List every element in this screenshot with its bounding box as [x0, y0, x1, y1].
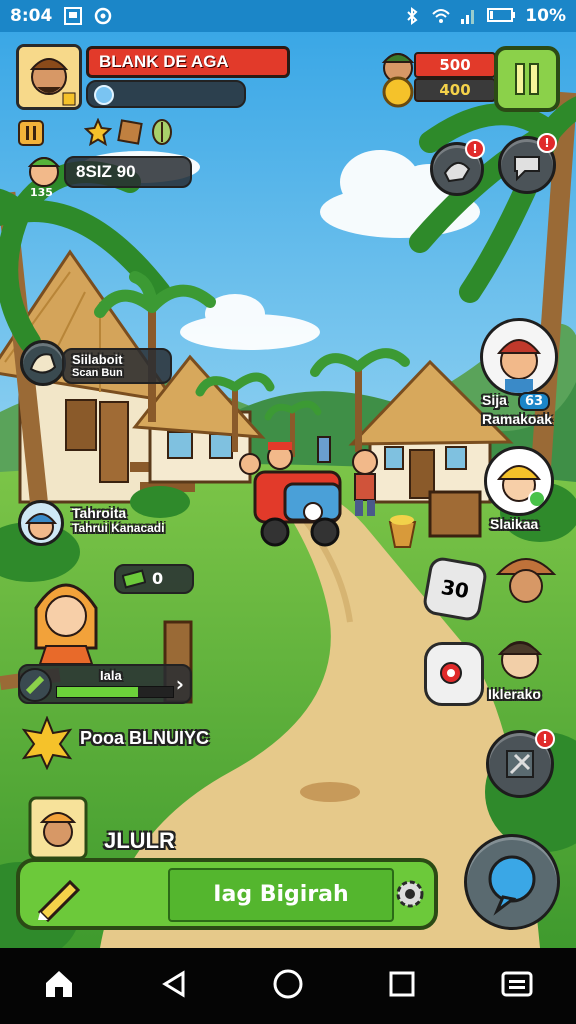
stone-badge[interactable]: 30 [421, 555, 489, 623]
xp-orb-icon [94, 85, 114, 105]
settings-gear-icon[interactable] [392, 876, 428, 916]
npc-2-subtitle: Tahrui Kanacadi [72, 521, 165, 535]
player-avatar[interactable] [16, 44, 82, 110]
npc-3-title: Sija [482, 392, 507, 408]
gems-counter: 400 [414, 78, 496, 102]
tools-button[interactable]: ! [486, 729, 555, 798]
chat-notification-dot: ! [537, 133, 557, 153]
quest-counter: 0 [114, 564, 194, 594]
map-notification-dot: ! [465, 139, 485, 159]
pause-small-icon[interactable] [18, 120, 44, 150]
npc-1-panel[interactable]: Siilaboit Scan Bun [62, 348, 172, 384]
map-button[interactable]: ! [430, 139, 485, 196]
main-action-button[interactable]: Iag Bigirah [168, 868, 394, 922]
bottom-player-tag: JLULR [104, 828, 175, 853]
xp-bar [86, 80, 246, 108]
home-icon[interactable] [42, 967, 76, 1005]
npc-2-panel[interactable]: Tahroita Tahrui Kanacadi [72, 505, 164, 535]
npc-4-title: Slaikaa [490, 516, 539, 532]
quest-leaf-icon [18, 668, 52, 702]
quest-progress-fill [57, 687, 139, 697]
currency-sub: 135 [30, 186, 53, 199]
speech-bubble-icon [488, 855, 536, 916]
player-name: BLANK DE AGA [86, 46, 290, 78]
keyboard-switch-icon[interactable] [500, 969, 534, 1003]
signal-icon [459, 7, 477, 25]
egg-item[interactable] [424, 642, 484, 706]
npc-3-panel[interactable]: Sija 63 Ramakoak [482, 390, 552, 427]
event-sun-icon[interactable] [20, 715, 74, 774]
tools-notification-dot: ! [535, 729, 555, 749]
npc-5-title: Iklerako [488, 686, 541, 702]
event-label: Pooa BLNUIYC [80, 728, 210, 748]
gallery-icon [64, 7, 83, 25]
ticket-icon [121, 569, 147, 597]
pause-icon [515, 63, 539, 95]
vpn-icon [94, 7, 112, 25]
npc-3-badge: 63 [518, 392, 551, 411]
npc-4-avatar[interactable] [484, 446, 554, 516]
npc-2-title: Tahroita [72, 505, 127, 521]
npc-6-character[interactable] [488, 626, 552, 694]
battery-icon [487, 7, 516, 25]
npc-3-avatar[interactable] [480, 318, 558, 396]
quest-counter-value: 0 [152, 569, 164, 588]
npc-1-title: Siilaboit [72, 352, 123, 367]
quest-progress-panel[interactable]: Iala › [18, 664, 192, 704]
android-nav-bar [0, 948, 576, 1024]
back-icon[interactable] [159, 969, 189, 1003]
main-action-label: Iag Bigirah [213, 882, 349, 907]
recents-icon[interactable] [387, 969, 417, 1003]
stone-badge-value: 30 [439, 574, 471, 604]
quest-progress-label: Iala [100, 668, 122, 683]
status-bar: 8:04 10% [0, 0, 576, 32]
pencil-icon[interactable] [30, 866, 90, 926]
npc-2-avatar[interactable] [18, 500, 64, 546]
clock: 8:04 [10, 6, 53, 26]
bottom-action-bar: Iag Bigirah [16, 858, 438, 930]
currency-label: 8SIZ 90 [64, 156, 192, 188]
npc-1-subtitle: Scan Bun [72, 367, 123, 379]
chevron-right-icon[interactable]: › [176, 672, 184, 696]
npc-3-subtitle: Ramakoak [482, 411, 553, 427]
quest-progress-track [56, 686, 174, 698]
wood-icon [116, 118, 144, 150]
quest-girl-character[interactable] [26, 568, 106, 668]
npc-1-icon[interactable] [20, 340, 66, 386]
home-circle-icon[interactable] [272, 968, 304, 1004]
battery-level: 10% [525, 6, 566, 26]
star-icon [83, 117, 113, 150]
coins-counter: 500 [414, 52, 496, 78]
bluetooth-icon [403, 7, 421, 25]
wifi-icon [431, 7, 451, 25]
chat-button[interactable]: ! [498, 133, 557, 194]
chat-bubble-button[interactable] [464, 834, 560, 930]
leaf-icon [148, 118, 176, 150]
pause-button[interactable] [494, 46, 560, 112]
bottom-player-avatar[interactable] [28, 796, 88, 864]
npc-5-hat-character[interactable] [494, 548, 558, 616]
